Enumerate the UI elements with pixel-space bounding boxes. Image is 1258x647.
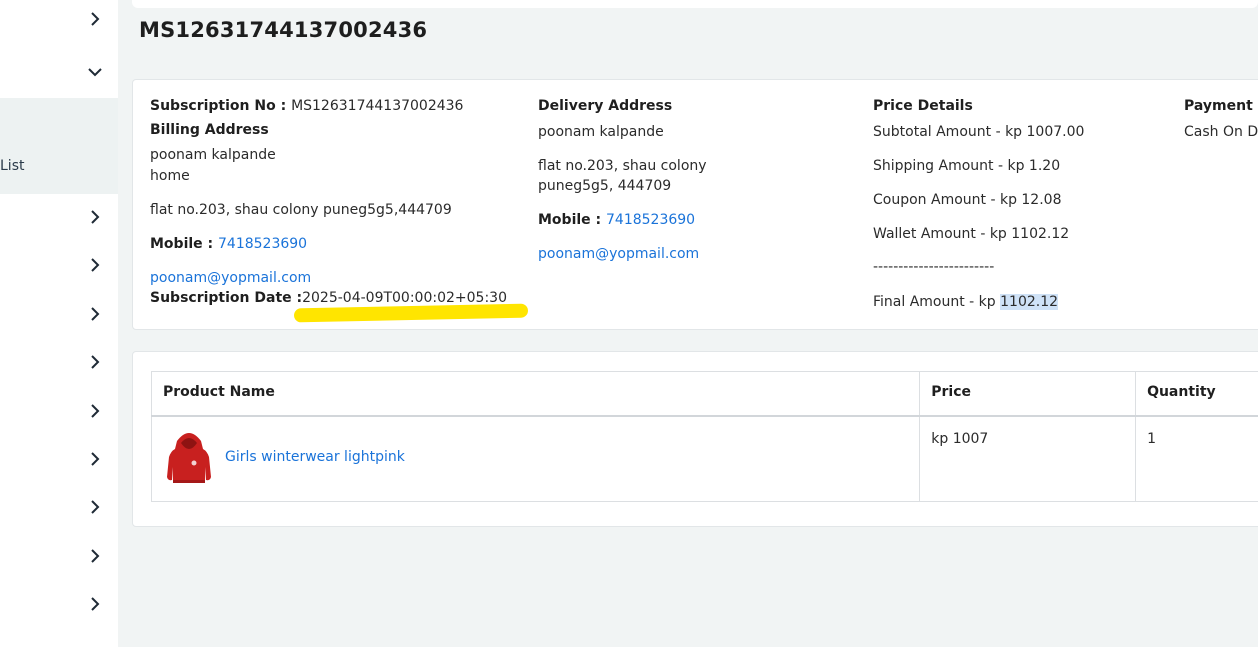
subscription-number-value: MS12631744137002436: [291, 98, 464, 114]
final-amount-value: 1102.12: [1000, 294, 1059, 310]
sidebar-item-11[interactable]: [0, 537, 118, 577]
chevron-down-icon: [88, 68, 102, 77]
sidebar-item-active[interactable]: [0, 98, 118, 194]
chevron-right-icon: [91, 549, 100, 563]
subscription-date-label: Subscription Date :: [150, 290, 303, 306]
sidebar-item-10[interactable]: [0, 488, 118, 528]
subtotal-amount: Subtotal Amount - kp 1007.00: [873, 124, 1085, 140]
sidebar-item-2[interactable]: [0, 53, 118, 93]
product-name-cell: Girls winterwear lightpink: [150, 415, 921, 502]
delivery-address-line2: puneg5g5, 444709: [538, 178, 672, 194]
mobile-label: Mobile :: [538, 212, 607, 228]
billing-name: poonam kalpande: [150, 147, 276, 163]
delivery-address-line1: flat no.203, shau colony: [538, 158, 707, 174]
chevron-right-icon: [91, 355, 100, 369]
subscription-date: Subscription Date :2025-04-09T00:00:02+0…: [150, 290, 507, 306]
sidebar: List: [0, 0, 118, 647]
sidebar-item-7[interactable]: [0, 343, 118, 383]
sidebar-item-1[interactable]: [0, 0, 118, 40]
sidebar-item-6[interactable]: [0, 295, 118, 335]
chevron-right-icon: [91, 404, 100, 418]
sidebar-item-4[interactable]: [0, 198, 118, 238]
chevron-right-icon: [91, 307, 100, 321]
subscription-number: Subscription No : MS12631744137002436: [150, 98, 463, 114]
column-header-price: Price: [919, 371, 1137, 417]
products-card: Product Name Price Quantity Girls winter…: [132, 351, 1258, 527]
delivery-email-link[interactable]: poonam@yopmail.com: [538, 246, 699, 262]
products-table: Product Name Price Quantity Girls winter…: [150, 371, 1258, 502]
subscription-number-label: Subscription No :: [150, 98, 292, 114]
table-header-row: Product Name Price Quantity: [150, 371, 1258, 417]
sidebar-item-8[interactable]: [0, 392, 118, 432]
billing-mobile-link[interactable]: 7418523690: [218, 236, 307, 252]
page-title: MS12631744137002436: [139, 18, 428, 42]
top-header-strip: [132, 0, 1258, 8]
delivery-mobile: Mobile : 7418523690: [538, 212, 695, 228]
wallet-amount: Wallet Amount - kp 1102.12: [873, 226, 1070, 242]
delivery-name: poonam kalpande: [538, 124, 664, 140]
coupon-amount: Coupon Amount - kp 12.08: [873, 192, 1062, 208]
subscription-date-value: 2025-04-09T00:00:02+05:30: [302, 290, 507, 306]
chevron-right-icon: [91, 500, 100, 514]
price-heading: Price Details: [873, 98, 973, 114]
price-divider: ------------------------: [873, 259, 995, 275]
mobile-label: Mobile :: [150, 236, 219, 252]
chevron-right-icon: [91, 597, 100, 611]
subscription-info-card: Subscription No : MS12631744137002436 Bi…: [132, 79, 1258, 330]
final-amount-label: Final Amount - kp: [873, 294, 1001, 310]
delivery-mobile-link[interactable]: 7418523690: [606, 212, 695, 228]
highlight-marker: [293, 303, 529, 323]
table-row: Girls winterwear lightpink kp 1007 1: [150, 415, 1258, 502]
column-header-quantity: Quantity: [1135, 371, 1258, 417]
column-header-product-name: Product Name: [150, 371, 921, 417]
payment-heading: Payment M: [1184, 98, 1258, 114]
product-thumbnail[interactable]: [163, 427, 215, 487]
billing-mobile: Mobile : 7418523690: [150, 236, 307, 252]
chevron-right-icon: [91, 452, 100, 466]
billing-type: home: [150, 168, 190, 184]
billing-heading: Billing Address: [150, 122, 269, 138]
shipping-amount: Shipping Amount - kp 1.20: [873, 158, 1061, 174]
billing-address: flat no.203, shau colony puneg5g5,444709: [150, 202, 452, 218]
product-quantity-cell: 1: [1135, 415, 1258, 502]
billing-email-link[interactable]: poonam@yopmail.com: [150, 270, 311, 286]
product-price-cell: kp 1007: [919, 415, 1137, 502]
sidebar-item-12[interactable]: [0, 585, 118, 625]
sidebar-item-9[interactable]: [0, 440, 118, 480]
chevron-right-icon: [91, 258, 100, 272]
sidebar-item-5[interactable]: [0, 246, 118, 286]
final-amount: Final Amount - kp 1102.12: [873, 294, 1059, 310]
chevron-right-icon: [91, 12, 100, 26]
sidebar-item-label[interactable]: List: [0, 158, 24, 174]
delivery-heading: Delivery Address: [538, 98, 673, 114]
payment-method: Cash On D: [1184, 124, 1258, 140]
chevron-right-icon: [91, 210, 100, 224]
product-name-link[interactable]: Girls winterwear lightpink: [225, 449, 405, 465]
